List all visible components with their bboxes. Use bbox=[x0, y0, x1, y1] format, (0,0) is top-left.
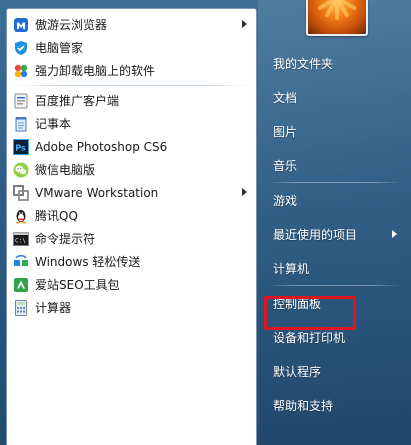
program-item-aizhan-seo[interactable]: 爱站SEO工具包 bbox=[7, 273, 256, 296]
vmware-icon bbox=[13, 184, 29, 201]
right-item-music[interactable]: 音乐 bbox=[258, 148, 411, 182]
right-item-label: 文档 bbox=[273, 90, 298, 105]
program-list-pane: 傲游云浏览器 电脑管家 强力卸载电脑上的软件 百度推广客户端 记事本 Ps Ad… bbox=[6, 8, 257, 445]
submenu-arrow-icon bbox=[242, 20, 247, 28]
program-label: Adobe Photoshop CS6 bbox=[35, 139, 168, 154]
program-label: 微信电脑版 bbox=[35, 163, 96, 177]
notepad-icon bbox=[13, 116, 29, 132]
right-item-computer[interactable]: 计算机 bbox=[258, 251, 411, 285]
uninstaller-pinwheel-icon bbox=[13, 63, 29, 79]
right-item-documents[interactable]: 文档 bbox=[258, 80, 411, 114]
pc-manager-shield-icon bbox=[13, 40, 29, 56]
right-menu: 我的文件夹 文档 图片 音乐 游戏 最近使用的项目 计算机 控制面板 设备和打印… bbox=[258, 46, 411, 422]
program-item-command-prompt[interactable]: C:\ 命令提示符 bbox=[7, 227, 256, 250]
right-item-label: 默认程序 bbox=[273, 364, 322, 379]
qq-penguin-icon bbox=[13, 208, 29, 224]
program-item-maxthon[interactable]: 傲游云浏览器 bbox=[7, 13, 256, 36]
program-item-calculator[interactable]: 计算器 bbox=[7, 296, 256, 319]
svg-text:Ps: Ps bbox=[15, 143, 26, 152]
right-item-control-panel[interactable]: 控制面板 bbox=[258, 286, 411, 320]
program-item-notepad[interactable]: 记事本 bbox=[7, 112, 256, 135]
right-item-devices-printers[interactable]: 设备和打印机 bbox=[258, 320, 411, 354]
program-label: 傲游云浏览器 bbox=[35, 18, 108, 32]
program-label: 命令提示符 bbox=[35, 232, 96, 246]
right-item-games[interactable]: 游戏 bbox=[258, 183, 411, 217]
program-label: 强力卸载电脑上的软件 bbox=[35, 64, 156, 78]
aizhan-seo-icon bbox=[13, 277, 29, 293]
maxthon-browser-icon bbox=[13, 17, 29, 33]
right-item-my-folder[interactable]: 我的文件夹 bbox=[258, 46, 411, 80]
pinned-separator bbox=[13, 85, 250, 86]
calculator-icon bbox=[13, 299, 29, 316]
right-item-label: 最近使用的项目 bbox=[273, 227, 358, 242]
right-item-label: 帮助和支持 bbox=[273, 398, 334, 413]
program-label: 爱站SEO工具包 bbox=[35, 278, 120, 292]
right-item-label: 设备和打印机 bbox=[273, 330, 346, 345]
program-label: Windows 轻松传送 bbox=[35, 255, 141, 269]
program-item-baidu-promotion[interactable]: 百度推广客户端 bbox=[7, 89, 256, 112]
program-item-wechat[interactable]: 微信电脑版 bbox=[7, 158, 256, 181]
right-item-pictures[interactable]: 图片 bbox=[258, 114, 411, 148]
program-item-photoshop[interactable]: Ps Adobe Photoshop CS6 bbox=[7, 135, 256, 158]
user-picture[interactable] bbox=[306, 0, 368, 36]
svg-text:C:\: C:\ bbox=[15, 237, 26, 244]
program-label: 计算器 bbox=[35, 301, 72, 315]
right-item-help-support[interactable]: 帮助和支持 bbox=[258, 388, 411, 422]
right-item-label: 控制面板 bbox=[273, 296, 322, 311]
program-item-pc-manager[interactable]: 电脑管家 bbox=[7, 36, 256, 59]
submenu-arrow-icon bbox=[392, 230, 397, 238]
photoshop-icon: Ps bbox=[13, 138, 29, 155]
right-item-recent-items[interactable]: 最近使用的项目 bbox=[258, 217, 411, 251]
right-item-label: 我的文件夹 bbox=[273, 56, 334, 71]
program-label: VMware Workstation bbox=[35, 185, 159, 200]
wechat-icon bbox=[13, 162, 29, 178]
right-item-default-programs[interactable]: 默认程序 bbox=[258, 354, 411, 388]
start-menu: 傲游云浏览器 电脑管家 强力卸载电脑上的软件 百度推广客户端 记事本 Ps Ad… bbox=[0, 0, 411, 445]
program-item-easy-transfer[interactable]: Windows 轻松传送 bbox=[7, 250, 256, 273]
program-item-qq[interactable]: 腾讯QQ bbox=[7, 204, 256, 227]
windows-easy-transfer-icon bbox=[13, 254, 29, 270]
program-label: 百度推广客户端 bbox=[35, 94, 120, 108]
program-item-vmware[interactable]: VMware Workstation bbox=[7, 181, 256, 204]
right-item-label: 游戏 bbox=[273, 193, 298, 208]
program-label: 腾讯QQ bbox=[35, 209, 78, 223]
program-item-uninstaller[interactable]: 强力卸载电脑上的软件 bbox=[7, 59, 256, 82]
program-label: 电脑管家 bbox=[35, 41, 84, 55]
right-item-label: 计算机 bbox=[273, 261, 310, 276]
baidu-promotion-client-icon bbox=[13, 93, 29, 109]
command-prompt-icon: C:\ bbox=[13, 231, 29, 247]
right-item-label: 音乐 bbox=[273, 158, 298, 173]
program-list: 傲游云浏览器 电脑管家 强力卸载电脑上的软件 百度推广客户端 记事本 Ps Ad… bbox=[7, 13, 256, 319]
program-label: 记事本 bbox=[35, 117, 72, 131]
submenu-arrow-icon bbox=[242, 188, 247, 196]
right-item-label: 图片 bbox=[273, 124, 298, 139]
